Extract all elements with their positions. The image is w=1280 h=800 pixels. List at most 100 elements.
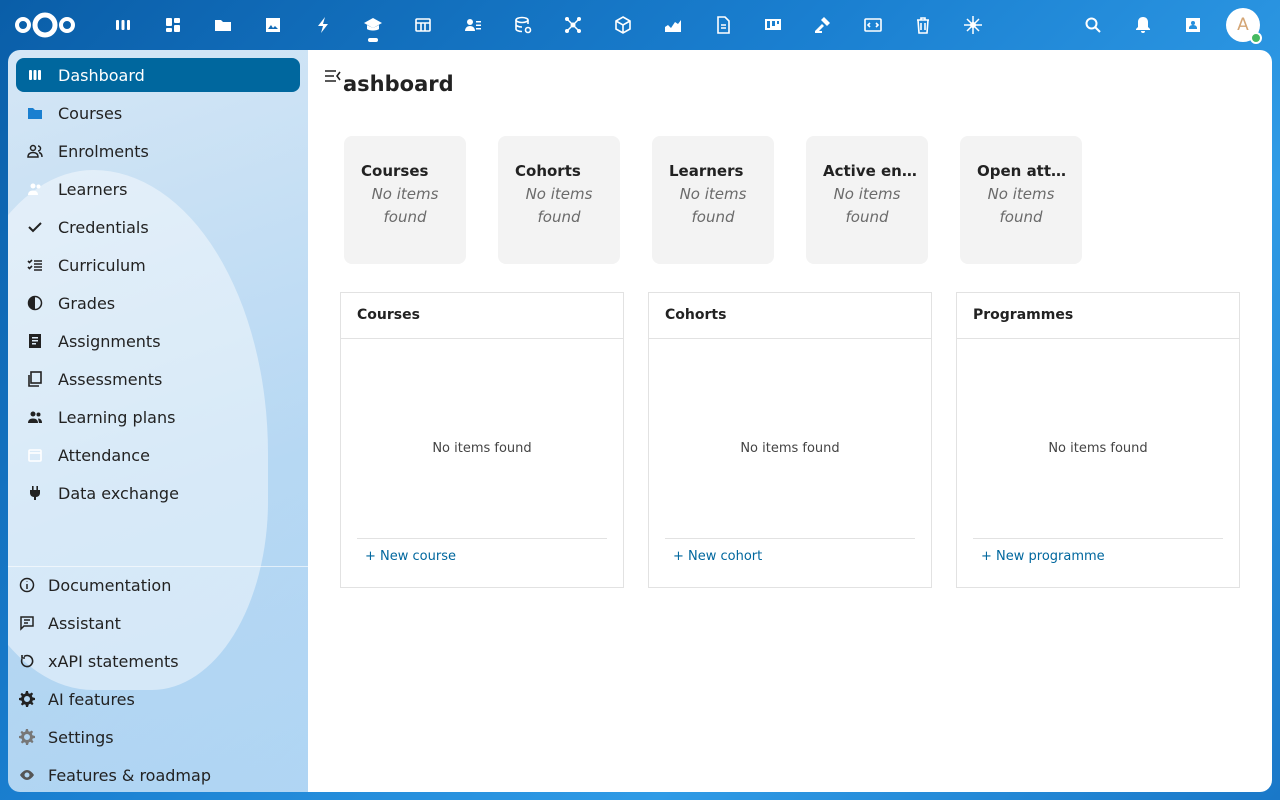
- empty-state: No items found: [1048, 441, 1148, 456]
- sidebar-item-features-roadmap[interactable]: Features & roadmap: [16, 758, 300, 792]
- sidebar-item-dashboard[interactable]: Dashboard: [16, 58, 300, 92]
- sidebar-item-label: Learners: [58, 179, 128, 199]
- sidebar-item-label: AI features: [48, 689, 135, 709]
- sidebar-toggle-icon[interactable]: [324, 67, 342, 85]
- stat-card-active-enrolments[interactable]: Active en… No items found: [806, 136, 928, 264]
- dashboard-icon[interactable]: [98, 0, 148, 50]
- sidebar-item-assistant[interactable]: Assistant: [16, 606, 300, 640]
- sidebar-item-label: Assistant: [48, 613, 121, 633]
- new-cohort-link[interactable]: + New cohort: [665, 538, 915, 574]
- plug-icon: [26, 484, 44, 502]
- people-icon: [26, 142, 44, 160]
- stat-card-courses[interactable]: Courses No items found: [344, 136, 466, 264]
- sidebar-item-label: Documentation: [48, 575, 172, 595]
- contacts-icon[interactable]: [448, 0, 498, 50]
- sidebar-item-learning-plans[interactable]: Learning plans: [16, 400, 300, 434]
- stat-card-learners[interactable]: Learners No items found: [652, 136, 774, 264]
- sidebar-item-data-exchange[interactable]: Data exchange: [16, 476, 300, 510]
- trash-icon[interactable]: [898, 0, 948, 50]
- sidebar-item-settings[interactable]: Settings: [16, 720, 300, 754]
- package-icon[interactable]: [598, 0, 648, 50]
- sidebar-item-label: Assignments: [58, 331, 161, 351]
- page-title: ashboard: [343, 72, 454, 96]
- sidebar-item-label: Assessments: [58, 369, 163, 389]
- panel-cohorts: Cohorts No items found + New cohort: [648, 292, 932, 588]
- panel-programmes: Programmes No items found + New programm…: [956, 292, 1240, 588]
- top-header: A: [0, 0, 1280, 50]
- sidebar-item-credentials[interactable]: Credentials: [16, 210, 300, 244]
- sidebar-item-label: Dashboard: [58, 65, 145, 85]
- assignments-icon: [26, 332, 44, 350]
- folder-icon: [26, 104, 44, 122]
- sidebar-item-label: Features & roadmap: [48, 765, 211, 785]
- sidebar-item-grades[interactable]: Grades: [16, 286, 300, 320]
- nextcloud-logo[interactable]: [14, 10, 76, 40]
- dashboard-icon: [26, 66, 44, 84]
- panel-courses: Courses No items found + New course: [340, 292, 624, 588]
- eye-icon: [18, 766, 36, 784]
- sidebar-item-label: Settings: [48, 727, 114, 747]
- sidebar-item-courses[interactable]: Courses: [16, 96, 300, 130]
- ornament-icon[interactable]: [948, 0, 998, 50]
- sidebar-item-ai-features[interactable]: AI features: [16, 682, 300, 716]
- deck-icon[interactable]: [748, 0, 798, 50]
- empty-state: No items found: [740, 441, 840, 456]
- avatar[interactable]: A: [1226, 8, 1262, 44]
- stat-card-cohorts[interactable]: Cohorts No items found: [498, 136, 620, 264]
- notifications-icon[interactable]: [1118, 0, 1168, 50]
- check-icon: [26, 218, 44, 236]
- stat-label: Cohorts: [515, 162, 581, 180]
- sidebar-item-enrolments[interactable]: Enrolments: [16, 134, 300, 168]
- files-icon[interactable]: [198, 0, 248, 50]
- stat-label: Learners: [669, 162, 744, 180]
- document-icon[interactable]: [698, 0, 748, 50]
- sidebar-item-documentation[interactable]: Documentation: [16, 568, 300, 602]
- sidebar-divider: [8, 566, 308, 567]
- flow-icon[interactable]: [548, 0, 598, 50]
- sidebar-item-label: Curriculum: [58, 255, 146, 275]
- analytics-icon[interactable]: [648, 0, 698, 50]
- sidebar-item-label: xAPI statements: [48, 651, 179, 671]
- main-content: ashboard Courses No items found Cohorts …: [308, 50, 1272, 792]
- photos-icon[interactable]: [248, 0, 298, 50]
- sidebar-item-curriculum[interactable]: Curriculum: [16, 248, 300, 282]
- stat-label: Open att…: [977, 162, 1067, 180]
- stat-value: No items found: [525, 185, 593, 226]
- learning-icon[interactable]: [348, 0, 398, 50]
- stat-value: No items found: [987, 185, 1055, 226]
- sidebar-item-learners[interactable]: Learners: [16, 172, 300, 206]
- sidebar-item-assessments[interactable]: Assessments: [16, 362, 300, 396]
- database-icon[interactable]: [498, 0, 548, 50]
- stat-label: Courses: [361, 162, 429, 180]
- empty-state: No items found: [432, 441, 532, 456]
- sidebar-item-label: Enrolments: [58, 141, 149, 161]
- sidebar-item-assignments[interactable]: Assignments: [16, 324, 300, 358]
- stat-value: No items found: [679, 185, 747, 226]
- search-icon[interactable]: [1068, 0, 1118, 50]
- contacts-menu-icon[interactable]: [1168, 0, 1218, 50]
- sidebar-item-label: Grades: [58, 293, 116, 313]
- stat-value: No items found: [833, 185, 901, 226]
- activity-icon[interactable]: [298, 0, 348, 50]
- new-course-link[interactable]: + New course: [357, 538, 607, 574]
- panel-title: Cohorts: [649, 293, 931, 339]
- sidebar: Dashboard Courses Enrolments Learners Cr…: [8, 50, 308, 792]
- sidebar-item-label: Learning plans: [58, 407, 176, 427]
- sidebar-item-label: Data exchange: [58, 483, 179, 503]
- gear-icon: [18, 690, 36, 708]
- grades-icon: [26, 294, 44, 312]
- stat-card-open-attempts[interactable]: Open att… No items found: [960, 136, 1082, 264]
- sidebar-item-attendance[interactable]: Attendance: [16, 438, 300, 472]
- assessments-icon: [26, 370, 44, 388]
- new-programme-link[interactable]: + New programme: [973, 538, 1223, 574]
- code-icon[interactable]: [848, 0, 898, 50]
- sidebar-item-xapi-statements[interactable]: xAPI statements: [16, 644, 300, 678]
- settings-icon: [18, 728, 36, 746]
- plans-icon: [26, 408, 44, 426]
- app-menu: [98, 0, 998, 50]
- table-icon[interactable]: [398, 0, 448, 50]
- stat-value: No items found: [371, 185, 439, 226]
- apps-grid-icon[interactable]: [148, 0, 198, 50]
- hammer-icon[interactable]: [798, 0, 848, 50]
- sidebar-item-label: Attendance: [58, 445, 150, 465]
